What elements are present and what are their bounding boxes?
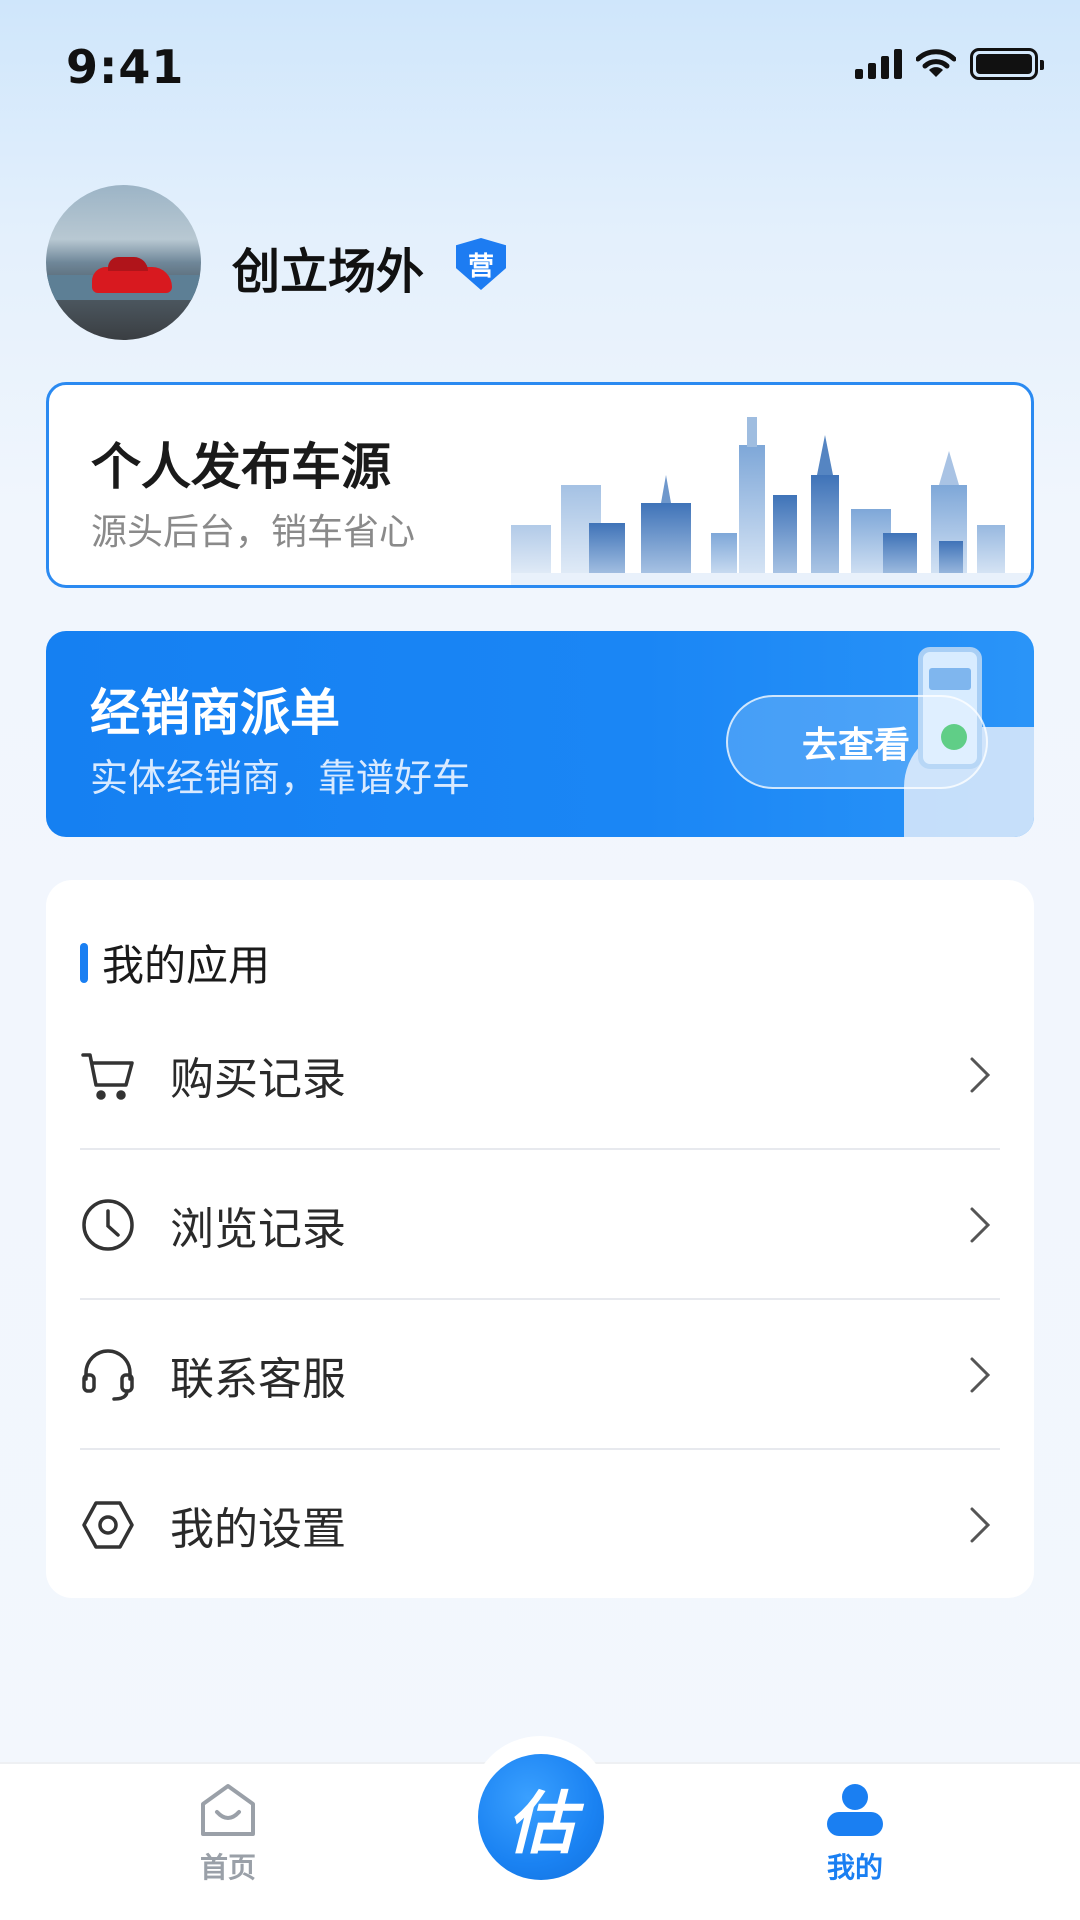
chevron-right-icon — [960, 1055, 1000, 1095]
app-item-purchase-records[interactable]: 购买记录 — [80, 1000, 1000, 1150]
status-bar: 9:41 — [0, 0, 1080, 140]
my-apps-title: 我的应用 — [102, 941, 271, 990]
app-item-settings[interactable]: 我的设置 — [80, 1450, 1000, 1600]
chevron-right-icon — [960, 1205, 1000, 1245]
clock-icon — [80, 1197, 136, 1253]
headset-icon — [80, 1347, 136, 1403]
section-accent-bar — [80, 942, 88, 983]
dealer-banner-title: 经销商派单 — [90, 684, 340, 742]
publish-car-card[interactable]: 个人发布车源 源头后台，销车省心 — [46, 382, 1034, 588]
dealer-dispatch-banner[interactable]: 经销商派单 实体经销商，靠谱好车 去查看 — [46, 631, 1034, 837]
signal-icon — [855, 49, 902, 79]
status-time: 9:41 — [66, 40, 185, 94]
tab-mine[interactable]: 我的 — [775, 1780, 935, 1886]
city-skyline-illustration — [511, 417, 1031, 585]
view-button[interactable]: 去查看 — [726, 695, 988, 789]
app-item-customer-service[interactable]: 联系客服 — [80, 1300, 1000, 1450]
valuation-center-button[interactable]: 估 — [478, 1754, 604, 1880]
my-apps-card: 我的应用 购买记录 浏览记录 联系客服 我的设置 — [46, 880, 1034, 1598]
status-icons — [855, 48, 1044, 80]
tab-mine-label: 我的 — [826, 1851, 883, 1884]
home-icon — [201, 1784, 255, 1836]
settings-icon — [80, 1497, 136, 1553]
my-apps-header: 我的应用 — [80, 932, 270, 993]
app-item-label: 浏览记录 — [170, 1204, 346, 1255]
app-item-label: 购买记录 — [170, 1054, 346, 1105]
tab-home[interactable]: 首页 — [148, 1780, 308, 1886]
app-item-label: 我的设置 — [170, 1504, 346, 1555]
publish-card-subtitle: 源头后台，销车省心 — [91, 512, 416, 553]
user-name: 创立场外 — [232, 244, 425, 300]
cart-icon — [80, 1047, 136, 1103]
publish-card-title: 个人发布车源 — [91, 438, 391, 496]
chevron-right-icon — [960, 1355, 1000, 1395]
tab-home-label: 首页 — [199, 1851, 256, 1884]
user-icon — [827, 1784, 883, 1836]
app-item-label: 联系客服 — [170, 1354, 346, 1405]
battery-icon — [970, 48, 1044, 80]
avatar[interactable] — [46, 185, 201, 340]
chevron-right-icon — [960, 1505, 1000, 1545]
dealer-banner-subtitle: 实体经销商，靠谱好车 — [90, 756, 471, 800]
verified-badge: 营 — [456, 238, 506, 290]
wifi-icon — [916, 49, 956, 77]
app-item-browse-history[interactable]: 浏览记录 — [80, 1150, 1000, 1300]
